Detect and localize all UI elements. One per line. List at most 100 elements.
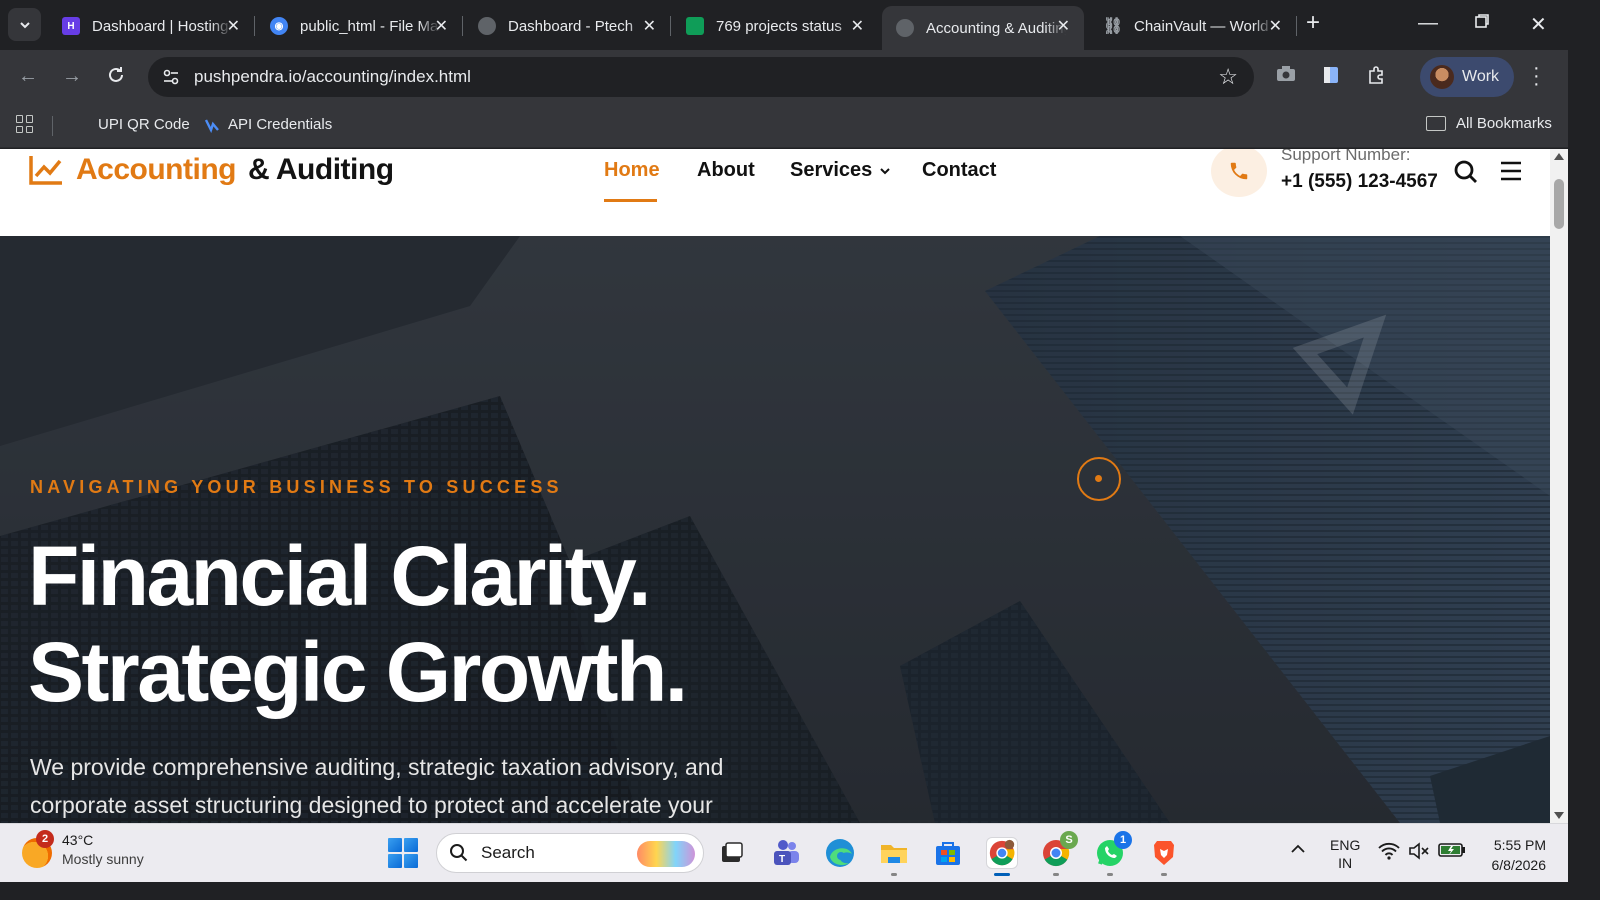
all-bookmarks-button[interactable]: All Bookmarks: [1426, 115, 1552, 132]
hero-title: Financial Clarity. Strategic Growth.: [28, 528, 688, 720]
hamburger-menu-icon[interactable]: [1500, 161, 1522, 186]
app-running-indicator: [1161, 873, 1167, 876]
weather-widget[interactable]: 2 43°C Mostly sunny: [22, 830, 144, 868]
chevron-down-icon: [880, 167, 891, 174]
clock-date: 6/8/2026: [1491, 857, 1547, 873]
tab-divider: [254, 16, 255, 36]
logo-text-accounting: Accounting: [76, 153, 237, 186]
task-view-icon[interactable]: [716, 837, 748, 869]
nav-services[interactable]: Services: [790, 159, 892, 182]
restore-icon[interactable]: [1474, 12, 1490, 35]
wifi-icon[interactable]: [1378, 842, 1400, 863]
scroll-up-arrow-icon[interactable]: [1554, 153, 1564, 160]
tab-projects-status[interactable]: 769 projects status ✕: [672, 6, 878, 46]
close-window-icon[interactable]: ✕: [1530, 12, 1547, 37]
profile-button[interactable]: Work: [1420, 57, 1514, 97]
hero-eyebrow: NAVIGATING YOUR BUSINESS TO SUCCESS: [30, 477, 563, 497]
folder-icon: [1426, 116, 1446, 131]
close-tab-icon[interactable]: ✕: [643, 16, 656, 36]
nav-active-underline: [604, 199, 657, 202]
bookmark-upi-qr[interactable]: UPI QR Code: [98, 116, 190, 133]
weather-condition: Mostly sunny: [62, 851, 144, 867]
hero-title-line-2: Strategic Growth.: [28, 625, 688, 719]
forward-arrow-icon[interactable]: →: [62, 65, 82, 88]
weather-sun-icon: 2: [22, 830, 54, 868]
minimize-icon[interactable]: —: [1418, 12, 1438, 35]
nav-services-label: Services: [790, 159, 873, 181]
app-running-indicator: [1053, 873, 1059, 876]
bookmark-api-credentials[interactable]: API Credentials: [204, 116, 332, 133]
language-code: ENG: [1330, 837, 1361, 853]
tab-file-manager[interactable]: ◉ public_html - File Manager ✕: [256, 6, 462, 46]
site-header: Accounting & Auditing Home About Service…: [0, 149, 1550, 236]
chrome-profile-badge: S: [1060, 831, 1078, 849]
volume-muted-icon[interactable]: [1408, 842, 1430, 863]
support-number[interactable]: +1 (555) 123-4567: [1281, 171, 1438, 193]
system-clock[interactable]: 5:55 PM 6/8/2026: [1482, 835, 1547, 875]
phone-icon: [1230, 162, 1248, 180]
scroll-down-arrow-icon[interactable]: [1554, 812, 1564, 819]
tab-hostinger[interactable]: H Dashboard | Hostinger ✕: [48, 6, 254, 46]
app-running-indicator: [1107, 873, 1113, 876]
apps-grid-icon[interactable]: [16, 115, 34, 133]
weather-temperature: 43°C: [62, 832, 94, 848]
hero-title-line-1: Financial Clarity.: [28, 529, 651, 623]
app-running-indicator: [891, 873, 897, 876]
bookmark-star-icon[interactable]: ☆: [1218, 64, 1238, 90]
chrome-work-icon[interactable]: [986, 837, 1018, 869]
more-menu-icon[interactable]: · · ·: [1533, 58, 1540, 94]
reload-icon[interactable]: [106, 65, 126, 91]
tab-title: Dashboard | Hostinger: [92, 17, 232, 35]
whatsapp-icon[interactable]: 1: [1094, 831, 1132, 869]
tab-accounting[interactable]: Accounting & Auditing ✕: [882, 6, 1084, 50]
close-tab-icon[interactable]: ✕: [1269, 16, 1282, 36]
region-code: IN: [1338, 855, 1353, 871]
tab-title: 769 projects status: [716, 17, 842, 35]
edge-browser-icon[interactable]: [824, 837, 856, 869]
phone-call-button[interactable]: [1211, 149, 1267, 197]
address-bar[interactable]: pushpendra.io/accounting/index.html ☆: [148, 57, 1254, 97]
microsoft-store-icon[interactable]: [932, 837, 964, 869]
brave-browser-icon[interactable]: [1148, 837, 1180, 869]
tray-overflow-chevron-icon[interactable]: [1290, 842, 1306, 858]
profile-label: Work: [1462, 68, 1500, 85]
extensions-puzzle-icon[interactable]: [1366, 65, 1386, 90]
extension-doc-icon[interactable]: [1322, 65, 1340, 90]
page-viewport: Accounting & Auditing Home About Service…: [0, 149, 1568, 823]
scrollbar-thumb[interactable]: [1554, 179, 1564, 229]
page-scrollbar[interactable]: [1550, 149, 1568, 823]
all-bookmarks-label: All Bookmarks: [1456, 115, 1552, 132]
file-explorer-icon[interactable]: [878, 837, 910, 869]
nav-contact[interactable]: Contact: [922, 159, 996, 182]
input-language-indicator[interactable]: ENG IN: [1330, 836, 1360, 872]
teams-icon[interactable]: T: [770, 837, 802, 869]
tab-search-button[interactable]: [8, 8, 41, 41]
back-arrow-icon[interactable]: ←: [18, 65, 38, 88]
tab-title: Accounting & Auditing: [926, 19, 1066, 37]
sheet-favicon-icon: [686, 17, 704, 35]
search-icon[interactable]: [1453, 159, 1479, 190]
nav-home[interactable]: Home: [604, 159, 660, 182]
hero-description: We provide comprehensive auditing, strat…: [30, 754, 724, 818]
tab-chainvault[interactable]: ⛓ ChainVault — World ✕: [1090, 6, 1296, 46]
close-tab-icon[interactable]: ✕: [1057, 16, 1070, 36]
tab-ptech[interactable]: Dashboard - Ptech ✕: [464, 6, 670, 46]
nav-about[interactable]: About: [697, 159, 755, 182]
start-button[interactable]: [388, 838, 418, 868]
close-tab-icon[interactable]: ✕: [227, 16, 240, 36]
search-highlight-icon: [637, 841, 695, 867]
taskbar-search-placeholder: Search: [481, 843, 535, 862]
site-logo[interactable]: Accounting & Auditing: [28, 153, 394, 187]
custom-cursor-dot: [1095, 475, 1102, 482]
chrome-personal-icon[interactable]: S: [1040, 831, 1078, 869]
weather-notification-badge: 2: [36, 830, 54, 848]
battery-charging-icon[interactable]: [1438, 842, 1466, 861]
close-tab-icon[interactable]: ✕: [851, 16, 864, 36]
taskbar-search-box[interactable]: Search: [436, 833, 704, 873]
svg-text:T: T: [779, 854, 785, 865]
close-tab-icon[interactable]: ✕: [435, 16, 448, 36]
new-tab-button[interactable]: +: [1306, 11, 1320, 35]
camera-icon[interactable]: [1276, 65, 1296, 88]
site-info-icon[interactable]: [162, 68, 180, 86]
api-credentials-favicon-icon: [204, 118, 219, 133]
